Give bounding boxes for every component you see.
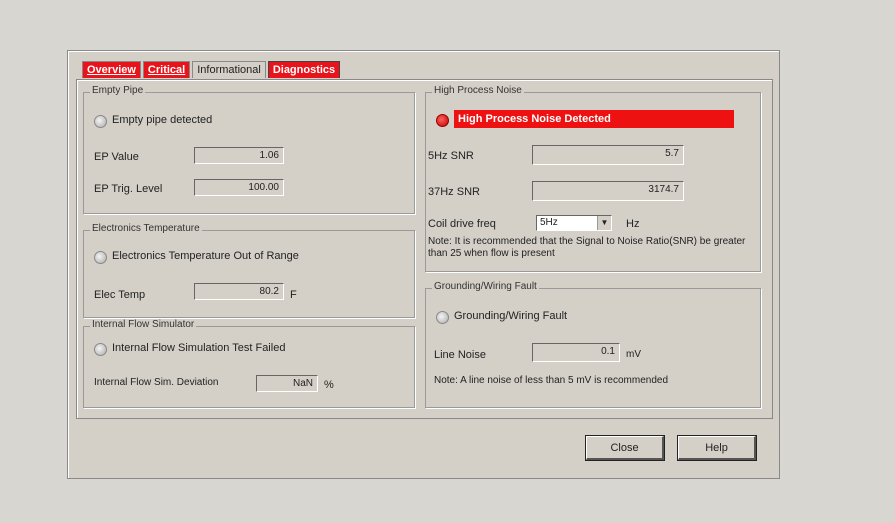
- ep-value-label: EP Value: [94, 151, 139, 163]
- diagnostics-dialog: Overview Critical Informational Diagnost…: [67, 50, 780, 479]
- grounding-indicator: [436, 311, 449, 324]
- ep-trig-label: EP Trig. Level: [94, 183, 163, 195]
- flow-simulator-status: Internal Flow Simulation Test Failed: [112, 342, 286, 354]
- empty-pipe-title: Empty Pipe: [90, 85, 146, 96]
- line-noise-note: Note: A line noise of less than 5 mV is …: [434, 375, 669, 386]
- coil-freq-select[interactable]: 5Hz ▼: [536, 215, 612, 231]
- deviation-label: Internal Flow Sim. Deviation: [94, 377, 219, 388]
- electronics-temp-title: Electronics Temperature: [90, 223, 202, 234]
- snr37-field: 3174.7: [532, 181, 684, 201]
- flow-simulator-indicator: [94, 343, 107, 356]
- tab-critical[interactable]: Critical: [142, 61, 191, 78]
- tab-informational[interactable]: Informational: [192, 61, 266, 78]
- high-noise-indicator: [436, 114, 449, 127]
- grounding-status: Grounding/Wiring Fault: [454, 310, 568, 322]
- tab-bar: Overview Critical Informational Diagnost…: [82, 61, 342, 79]
- close-button[interactable]: Close: [585, 435, 665, 461]
- flow-simulator-title: Internal Flow Simulator: [90, 319, 197, 330]
- flow-simulator-group: Internal Flow Simulator Internal Flow Si…: [83, 319, 415, 408]
- empty-pipe-status: Empty pipe detected: [112, 114, 213, 126]
- tab-diagnostics[interactable]: Diagnostics: [267, 61, 341, 78]
- tab-overview[interactable]: Overview: [82, 61, 141, 78]
- empty-pipe-group: Empty Pipe Empty pipe detected EP Value …: [83, 85, 415, 214]
- snr5-field: 5.7: [532, 145, 684, 165]
- high-noise-alert: High Process Noise Detected: [454, 110, 734, 128]
- ep-value-field: 1.06: [194, 147, 284, 164]
- snr37-label: 37Hz SNR: [428, 186, 480, 198]
- elec-temp-unit: F: [290, 289, 297, 301]
- line-noise-label: Line Noise: [434, 349, 486, 361]
- ep-trig-field: 100.00: [194, 179, 284, 196]
- coil-freq-value: 5Hz: [540, 217, 558, 228]
- line-noise-unit: mV: [626, 349, 641, 360]
- coil-freq-label: Coil drive freq: [428, 218, 496, 230]
- electronics-temp-group: Electronics Temperature Electronics Temp…: [83, 223, 415, 318]
- elec-temp-field: 80.2: [194, 283, 284, 300]
- empty-pipe-indicator: [94, 115, 107, 128]
- diagnostics-panel: Empty Pipe Empty pipe detected EP Value …: [76, 79, 773, 419]
- snr-note: Note: It is recommended that the Signal …: [428, 236, 746, 259]
- elec-temp-label: Elec Temp: [94, 289, 146, 301]
- high-noise-group: High Process Noise High Process Noise De…: [425, 85, 761, 272]
- grounding-group: Grounding/Wiring Fault Grounding/Wiring …: [425, 281, 761, 408]
- deviation-field: NaN: [256, 375, 318, 392]
- electronics-temp-indicator: [94, 251, 107, 264]
- deviation-unit: %: [324, 379, 334, 391]
- help-button[interactable]: Help: [677, 435, 757, 461]
- grounding-title: Grounding/Wiring Fault: [432, 281, 539, 292]
- snr5-label: 5Hz SNR: [428, 150, 474, 162]
- chevron-down-icon[interactable]: ▼: [597, 216, 611, 230]
- electronics-temp-status: Electronics Temperature Out of Range: [112, 250, 299, 262]
- coil-freq-unit: Hz: [626, 218, 640, 230]
- line-noise-field: 0.1: [532, 343, 620, 362]
- high-noise-title: High Process Noise: [432, 85, 524, 96]
